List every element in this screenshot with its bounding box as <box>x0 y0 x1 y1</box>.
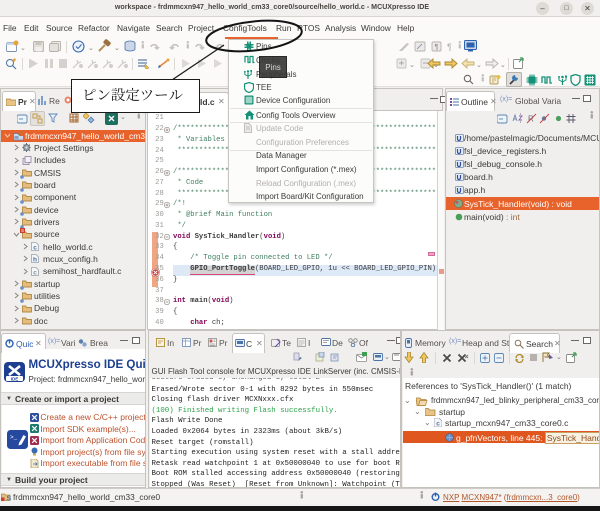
svg-text:¶: ¶ <box>435 44 439 51</box>
svg-text:c: c <box>33 245 37 251</box>
svg-text:IDE: IDE <box>10 376 18 381</box>
svg-text:>_: >_ <box>10 434 18 441</box>
svg-text:S: S <box>21 228 24 233</box>
svg-text:c: c <box>436 420 440 427</box>
svg-text:S: S <box>7 495 12 502</box>
svg-text:c: c <box>33 269 37 275</box>
svg-text:h: h <box>33 257 37 263</box>
